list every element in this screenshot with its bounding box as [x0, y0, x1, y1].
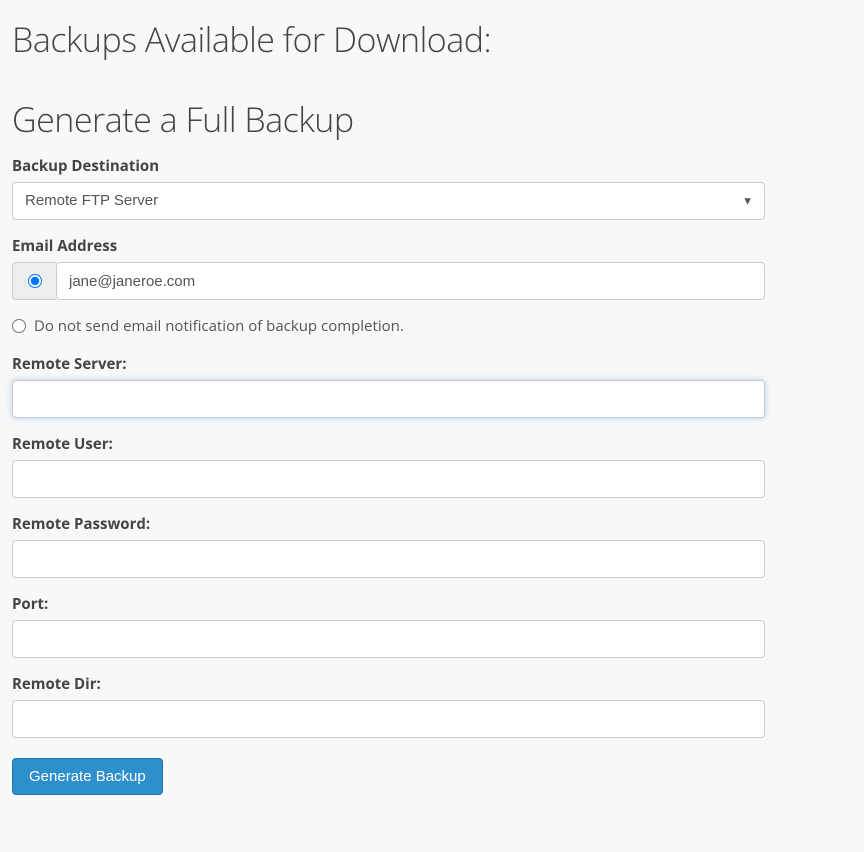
remote-password-group: Remote Password: [12, 514, 852, 578]
remote-user-group: Remote User: [12, 434, 852, 498]
backup-destination-group: Backup Destination Remote FTP Server ▼ [12, 156, 852, 220]
remote-dir-group: Remote Dir: [12, 674, 852, 738]
no-notify-option[interactable]: Do not send email notification of backup… [12, 316, 404, 336]
backup-destination-select[interactable]: Remote FTP Server [12, 182, 765, 220]
port-group: Port: [12, 594, 852, 658]
port-input[interactable] [12, 620, 765, 658]
backups-available-heading: Backups Available for Download: [12, 16, 852, 62]
email-address-group: Email Address [12, 236, 852, 300]
email-send-radio-addon [12, 262, 56, 300]
generate-full-backup-heading: Generate a Full Backup [12, 96, 852, 142]
email-address-label: Email Address [12, 236, 852, 256]
no-notify-label: Do not send email notification of backup… [34, 316, 404, 336]
port-label: Port: [12, 594, 852, 614]
remote-password-label: Remote Password: [12, 514, 852, 534]
email-address-input[interactable] [56, 262, 765, 300]
generate-backup-button[interactable]: Generate Backup [12, 758, 163, 795]
remote-server-group: Remote Server: [12, 354, 852, 418]
remote-password-input[interactable] [12, 540, 765, 578]
remote-dir-input[interactable] [12, 700, 765, 738]
remote-server-label: Remote Server: [12, 354, 852, 374]
remote-dir-label: Remote Dir: [12, 674, 852, 694]
email-send-radio[interactable] [28, 274, 42, 288]
no-notify-group: Do not send email notification of backup… [12, 316, 852, 338]
backup-destination-label: Backup Destination [12, 156, 852, 176]
remote-user-input[interactable] [12, 460, 765, 498]
remote-server-input[interactable] [12, 380, 765, 418]
no-notify-radio[interactable] [12, 319, 26, 333]
remote-user-label: Remote User: [12, 434, 852, 454]
